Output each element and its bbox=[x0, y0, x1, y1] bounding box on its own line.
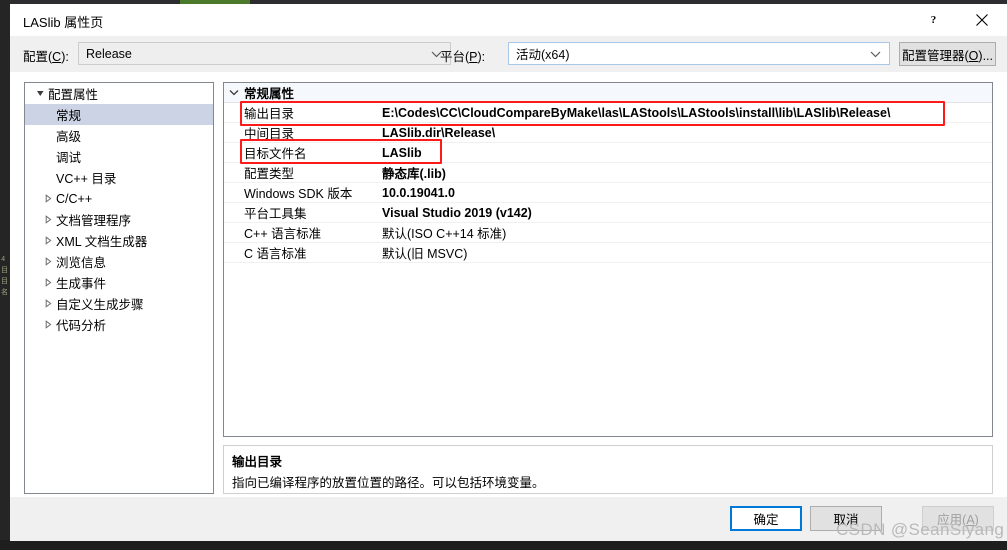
triangle-right-icon[interactable] bbox=[41, 257, 56, 266]
ide-bottom-strip bbox=[0, 540, 1007, 550]
tree-item-2[interactable]: 高级 bbox=[25, 125, 213, 146]
close-x-icon bbox=[975, 13, 988, 26]
description-text: 指向已编译程序的放置位置的路径。可以包括环境变量。 bbox=[232, 476, 545, 490]
tree-item-label: 高级 bbox=[56, 130, 82, 144]
right-pane: 常规属性输出目录 E:\Codes\CC\CloudCompareByMake\l… bbox=[223, 82, 993, 494]
property-name: 配置类型 bbox=[244, 167, 295, 181]
property-value[interactable]: Visual Studio 2019 (v142) bbox=[380, 206, 992, 220]
property-value[interactable]: E:\Codes\CC\CloudCompareByMake\las\LASto… bbox=[380, 106, 992, 120]
tree-item-label: 配置属性 bbox=[48, 88, 99, 102]
property-value[interactable]: 静态库(.lib) bbox=[380, 163, 992, 182]
property-category-header[interactable]: 常规属性 bbox=[224, 83, 992, 103]
svg-text:?: ? bbox=[931, 14, 937, 26]
question-mark-icon: ? bbox=[927, 13, 940, 26]
triangle-right-icon[interactable] bbox=[41, 299, 56, 308]
chevron-down-icon[interactable] bbox=[224, 89, 244, 96]
apply-button[interactable]: 应用(A) bbox=[922, 506, 994, 531]
tree-item-label: 生成事件 bbox=[56, 277, 107, 291]
configuration-dropdown[interactable]: Release bbox=[78, 42, 451, 65]
ok-button[interactable]: 确定 bbox=[730, 506, 802, 531]
property-pages-dialog: LASlib 属性页 ? 配置(C): Release 平台(P): 活动(x6… bbox=[10, 4, 1007, 541]
description-panel: 输出目录 指向已编译程序的放置位置的路径。可以包括环境变量。 bbox=[223, 445, 993, 494]
property-category-label: 常规属性 bbox=[244, 87, 295, 101]
property-name: C++ 语言标准 bbox=[244, 227, 322, 241]
configuration-manager-button[interactable]: 配置管理器(O)... bbox=[899, 42, 996, 66]
tree-item-11[interactable]: 代码分析 bbox=[25, 314, 213, 335]
tree-item-label: 浏览信息 bbox=[56, 256, 107, 270]
platform-value: 活动(x64) bbox=[516, 48, 570, 62]
platform-dropdown[interactable]: 活动(x64) bbox=[508, 42, 890, 65]
property-value[interactable]: 默认(旧 MSVC) bbox=[380, 243, 992, 262]
tree-item-label: 文档管理程序 bbox=[56, 214, 132, 228]
property-row[interactable]: 配置类型 静态库(.lib) bbox=[224, 163, 992, 183]
property-row[interactable]: Windows SDK 版本 10.0.19041.0 bbox=[224, 183, 992, 203]
property-name: 目标文件名 bbox=[244, 147, 307, 161]
tree-item-0[interactable]: 配置属性 bbox=[25, 83, 213, 104]
tree-item-label: C/C++ bbox=[56, 191, 93, 206]
property-row[interactable]: C++ 语言标准 默认(ISO C++14 标准) bbox=[224, 223, 992, 243]
property-name: C 语言标准 bbox=[244, 247, 307, 261]
property-name: 输出目录 bbox=[244, 107, 295, 121]
tree-item-5[interactable]: C/C++ bbox=[25, 188, 213, 209]
tree-item-9[interactable]: 生成事件 bbox=[25, 272, 213, 293]
close-button[interactable] bbox=[959, 4, 1004, 35]
triangle-right-icon[interactable] bbox=[41, 215, 56, 224]
triangle-right-icon[interactable] bbox=[41, 278, 56, 287]
property-value[interactable]: 10.0.19041.0 bbox=[380, 186, 992, 200]
description-title: 输出目录 bbox=[232, 455, 283, 469]
chevron-down-icon bbox=[870, 47, 881, 61]
tree-item-label: 自定义生成步骤 bbox=[56, 298, 144, 312]
property-grid[interactable]: 常规属性输出目录 E:\Codes\CC\CloudCompareByMake\l… bbox=[223, 82, 993, 437]
property-tree[interactable]: 配置属性常规高级调试 VC++ 目录 C/C++ 文档管理程序 XML 文档生成器 浏览信… bbox=[24, 82, 214, 494]
triangle-right-icon[interactable] bbox=[41, 194, 56, 203]
property-row[interactable]: 中间目录 LASlib.dir\Release\ bbox=[224, 123, 992, 143]
dialog-title: LASlib 属性页 bbox=[23, 15, 104, 30]
property-row[interactable]: 目标文件名 LASlib bbox=[224, 143, 992, 163]
tree-item-label: VC++ 目录 bbox=[56, 172, 117, 186]
tree-item-1[interactable]: 常规 bbox=[25, 104, 213, 125]
property-value[interactable]: 默认(ISO C++14 标准) bbox=[380, 223, 992, 242]
ide-code-hint: 4目目名 bbox=[1, 256, 8, 297]
tree-item-4[interactable]: VC++ 目录 bbox=[25, 167, 213, 188]
platform-label: 平台(P): bbox=[440, 50, 486, 64]
tree-item-3[interactable]: 调试 bbox=[25, 146, 213, 167]
triangle-down-icon[interactable] bbox=[33, 89, 48, 98]
tree-item-label: 调试 bbox=[56, 151, 82, 165]
configuration-label: 配置(C): bbox=[23, 50, 69, 64]
property-row[interactable]: 平台工具集 Visual Studio 2019 (v142) bbox=[224, 203, 992, 223]
triangle-right-icon[interactable] bbox=[41, 236, 56, 245]
property-name: Windows SDK 版本 bbox=[244, 187, 353, 201]
triangle-right-icon[interactable] bbox=[41, 320, 56, 329]
tree-item-10[interactable]: 自定义生成步骤 bbox=[25, 293, 213, 314]
tree-item-label: XML 文档生成器 bbox=[56, 235, 148, 249]
tree-item-7[interactable]: XML 文档生成器 bbox=[25, 230, 213, 251]
dialog-body: 配置属性常规高级调试 VC++ 目录 C/C++ 文档管理程序 XML 文档生成器 浏览信… bbox=[10, 72, 1007, 497]
tree-item-label: 代码分析 bbox=[56, 319, 107, 333]
property-value[interactable]: LASlib.dir\Release\ bbox=[380, 126, 992, 140]
property-value[interactable]: LASlib bbox=[380, 146, 992, 160]
dialog-footer: 确定 取消 应用(A) bbox=[10, 497, 1007, 541]
property-name: 平台工具集 bbox=[244, 207, 307, 221]
cancel-button[interactable]: 取消 bbox=[810, 506, 882, 531]
configuration-value: Release bbox=[86, 46, 132, 61]
help-button[interactable]: ? bbox=[911, 4, 956, 35]
ide-left-strip: 4目目名 bbox=[0, 0, 10, 550]
property-row[interactable]: C 语言标准 默认(旧 MSVC) bbox=[224, 243, 992, 263]
configuration-bar: 配置(C): Release 平台(P): 活动(x64) 配置管理器(O)..… bbox=[10, 36, 1007, 72]
tree-item-6[interactable]: 文档管理程序 bbox=[25, 209, 213, 230]
tree-item-8[interactable]: 浏览信息 bbox=[25, 251, 213, 272]
dialog-title-bar: LASlib 属性页 ? bbox=[10, 4, 1007, 36]
property-row[interactable]: 输出目录 E:\Codes\CC\CloudCompareByMake\las\L… bbox=[224, 103, 992, 123]
tree-item-label: 常规 bbox=[56, 109, 82, 123]
property-name: 中间目录 bbox=[244, 127, 295, 141]
